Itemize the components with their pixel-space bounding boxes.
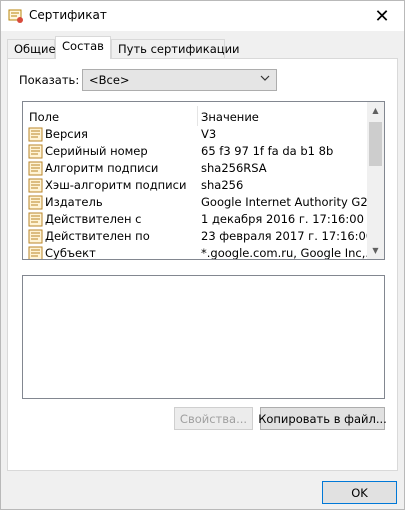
- show-dropdown-value: <Все>: [89, 73, 130, 87]
- field-value: 23 февраля 2017 г. 17:16:00: [201, 229, 367, 243]
- field-name: Хэш-алгоритм подписи: [45, 178, 187, 192]
- certificate-dialog: Сертификат ✕ Общие Состав Путь сертифика…: [0, 0, 405, 510]
- properties-button[interactable]: Свойства...: [174, 407, 253, 430]
- close-icon: ✕: [374, 5, 390, 27]
- field-value: 1 декабря 2016 г. 17:16:00: [201, 212, 364, 226]
- list-item[interactable]: Алгоритм подписи sha256RSA: [23, 160, 368, 177]
- show-dropdown[interactable]: <Все>: [82, 69, 277, 91]
- field-icon: [28, 144, 43, 159]
- field-name: Действителен по: [45, 229, 150, 243]
- close-button[interactable]: ✕: [360, 1, 404, 31]
- chevron-down-icon: [260, 73, 270, 86]
- field-name: Издатель: [45, 195, 103, 209]
- scroll-down-icon[interactable]: ▼: [367, 242, 384, 259]
- list-item[interactable]: Хэш-алгоритм подписи sha256: [23, 177, 368, 194]
- field-name: Действителен с: [45, 212, 142, 226]
- show-label: Показать:: [19, 73, 80, 87]
- list-item[interactable]: Серийный номер 65 f3 97 1f fa da b1 8b: [23, 143, 368, 160]
- ok-button[interactable]: OK: [322, 481, 397, 504]
- tab-panel: Показать: <Все> Поле Значение Версия V3: [7, 58, 398, 471]
- field-icon: [28, 212, 43, 227]
- column-header-field[interactable]: Поле: [29, 110, 59, 124]
- list-rows: Версия V3 Серийный номер 65 f3 97 1f fa …: [23, 126, 368, 260]
- list-item[interactable]: Действителен по 23 февраля 2017 г. 17:16…: [23, 228, 368, 245]
- field-name: Субъект: [45, 246, 96, 260]
- tab-composition[interactable]: Состав: [55, 36, 111, 59]
- copy-to-file-button[interactable]: Копировать в файл...: [258, 407, 387, 430]
- list-item[interactable]: Версия V3: [23, 126, 368, 143]
- field-value: *.google.com.ru, Google Inc,...: [201, 246, 367, 260]
- window-title: Сертификат: [29, 8, 107, 22]
- list-scrollbar[interactable]: ▲ ▼: [367, 102, 384, 259]
- field-value: sha256: [201, 178, 244, 192]
- list-item[interactable]: Действителен с 1 декабря 2016 г. 17:16:0…: [23, 211, 368, 228]
- field-value: V3: [201, 127, 217, 141]
- title-bar: Сертификат ✕: [1, 1, 404, 31]
- field-name: Версия: [45, 127, 88, 141]
- list-item[interactable]: Издатель Google Internet Authority G2, .…: [23, 194, 368, 211]
- field-value: Google Internet Authority G2, ...: [201, 195, 367, 209]
- field-details-box[interactable]: [22, 275, 385, 399]
- field-icon: [28, 229, 43, 244]
- field-icon: [28, 178, 43, 193]
- scrollbar-thumb[interactable]: [369, 122, 382, 166]
- field-name: Серийный номер: [45, 144, 148, 158]
- field-icon: [28, 195, 43, 210]
- list-item[interactable]: Субъект *.google.com.ru, Google Inc,...: [23, 245, 368, 260]
- column-header-value[interactable]: Значение: [201, 110, 259, 124]
- tab-certification-path[interactable]: Путь сертификации: [111, 39, 240, 58]
- field-icon: [28, 161, 43, 176]
- list-header: Поле Значение: [23, 102, 368, 126]
- certificate-icon: [8, 8, 24, 24]
- field-name: Алгоритм подписи: [45, 161, 159, 175]
- column-divider[interactable]: [197, 106, 198, 126]
- tab-general[interactable]: Общие: [7, 39, 56, 58]
- scroll-up-icon[interactable]: ▲: [367, 102, 384, 119]
- field-value: 65 f3 97 1f fa da b1 8b: [201, 144, 334, 158]
- fields-list[interactable]: Поле Значение Версия V3 Серийный номер 6…: [22, 101, 385, 260]
- field-value: sha256RSA: [201, 161, 267, 175]
- field-icon: [28, 127, 43, 142]
- field-icon: [28, 246, 43, 259]
